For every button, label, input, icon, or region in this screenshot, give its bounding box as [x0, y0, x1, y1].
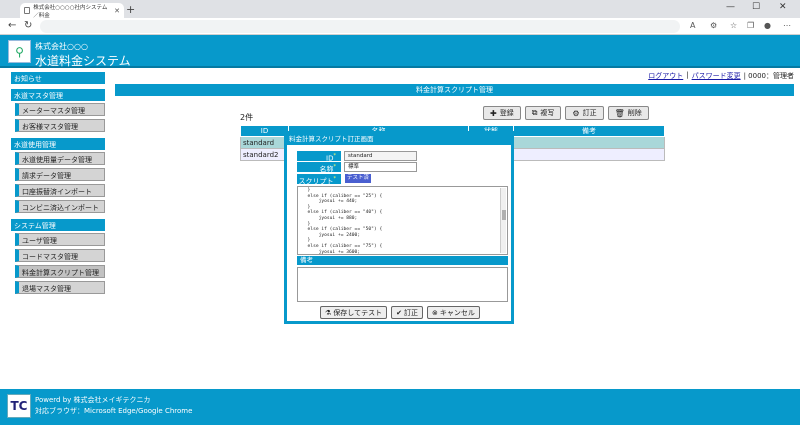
change-password-link[interactable]: パスワード変更	[692, 71, 741, 81]
sidebar-item-usage-data[interactable]: 水道使用量データ管理	[15, 152, 105, 165]
sidebar-item-notices[interactable]: お知らせ	[11, 72, 105, 84]
sidebar-group-water-usage: 水道使用管理	[11, 138, 105, 150]
company-logo-icon: TC	[7, 394, 31, 418]
cancel-button[interactable]: ⊗ キャンセル	[426, 306, 480, 319]
gear-icon: ⚙	[572, 108, 580, 118]
address-bar[interactable]	[40, 20, 680, 33]
favicon-icon	[24, 7, 31, 14]
register-button[interactable]: ✚ 登録	[483, 106, 521, 120]
browser-tab-strip: 株式会社○○○○社内システム／料金 ✕ + — ☐ ✕	[0, 0, 800, 19]
test-status-badge: テスト済	[345, 174, 372, 183]
sidebar-group-system: システム管理	[11, 219, 105, 231]
cancel-icon: ⊗	[431, 308, 438, 317]
maximize-icon[interactable]: ☐	[752, 2, 760, 12]
supported-browsers: 対応ブラウザ：Microsoft Edge/Google Chrome	[35, 407, 193, 415]
delete-button[interactable]: 🗑 削除	[607, 106, 649, 120]
sidebar-item-exit-master[interactable]: 退場マスタ管理	[15, 281, 105, 294]
script-label: スクリプト*	[297, 174, 341, 185]
close-tab-icon[interactable]: ✕	[114, 7, 120, 15]
page-title: 料金計算スクリプト管理	[115, 84, 794, 96]
sidebar: お知らせ 水道マスタ管理 メーターマスタ管理 お客様マスタ管理 水道使用管理 水…	[11, 72, 105, 297]
action-toolbar: ✚ 登録 ⧉ 複写 ⚙ 訂正 🗑 削除	[483, 106, 649, 120]
sidebar-item-convenience-import[interactable]: コンビニ済込インポート	[15, 200, 105, 213]
settings-icon[interactable]: ⚙	[710, 21, 717, 30]
trash-icon: 🗑	[614, 108, 625, 118]
user-bar: ログアウト | パスワード変更 | 0000：管理者	[648, 71, 794, 81]
name-label: 名称*	[297, 162, 341, 173]
dialog-buttons: ⚗ 保存してテスト ✔ 訂正 ⊗ キャンセル	[320, 306, 480, 319]
collections-icon[interactable]: ❐	[747, 21, 754, 30]
logout-link[interactable]: ログアウト	[648, 71, 683, 81]
system-name: 水道料金システム	[35, 54, 131, 68]
browser-toolbar: ← ↻ A ⚙ ☆ ❐ ● ⋯	[0, 18, 800, 35]
save-and-test-button[interactable]: ⚗ 保存してテスト	[320, 306, 388, 319]
sidebar-item-code-master[interactable]: コードマスタ管理	[15, 249, 105, 262]
browser-tab[interactable]: 株式会社○○○○社内システム／料金 ✕	[20, 3, 124, 19]
back-icon[interactable]: ←	[8, 20, 16, 31]
favorites-icon[interactable]: ☆	[730, 21, 737, 30]
company-name: 株式会社○○○	[35, 42, 88, 51]
script-editor[interactable]: } else if (caliber == "25") { jyosui += …	[297, 186, 508, 255]
footer: TC Powerd by 株式会社メイギテクニカ 対応ブラウザ：Microsof…	[0, 389, 800, 425]
faucet-logo-icon: ⚲	[8, 40, 31, 63]
profile-icon[interactable]: ●	[764, 21, 771, 30]
copy-button[interactable]: ⧉ 複写	[524, 106, 562, 120]
check-icon: ✔	[396, 308, 402, 317]
separator: |	[686, 71, 689, 79]
memo-textarea[interactable]	[297, 267, 508, 302]
id-label: ID*	[297, 151, 341, 162]
column-header-id[interactable]: ID	[240, 125, 289, 137]
sidebar-item-meter-master[interactable]: メーターマスタ管理	[15, 103, 105, 116]
current-user: | 0000：管理者	[743, 72, 794, 80]
more-icon[interactable]: ⋯	[783, 21, 791, 30]
app-header: ⚲ 株式会社○○○ 水道料金システム	[0, 35, 800, 68]
column-header-note[interactable]: 備考	[513, 125, 665, 137]
sidebar-item-users[interactable]: ユーザ管理	[15, 233, 105, 246]
refresh-icon[interactable]: ↻	[24, 20, 32, 31]
script-scrollbar[interactable]	[500, 188, 506, 253]
id-field: standard	[344, 151, 417, 161]
sidebar-group-water-master: 水道マスタ管理	[11, 89, 105, 101]
record-count: 2件	[240, 113, 254, 122]
new-tab-icon[interactable]: +	[126, 3, 135, 16]
script-edit-dialog: 料金計算スクリプト訂正画面 ID* standard 名称* 標準 スクリプト*…	[284, 131, 514, 324]
plus-icon: ✚	[490, 108, 497, 118]
sidebar-item-bank-import[interactable]: 口座振替済インポート	[15, 184, 105, 197]
browser-tab-title: 株式会社○○○○社内システム／料金	[33, 4, 108, 19]
sidebar-item-fee-script[interactable]: 料金計算スクリプト管理	[15, 265, 105, 278]
powered-by: Powerd by 株式会社メイギテクニカ	[35, 396, 151, 404]
name-field[interactable]: 標準	[344, 162, 417, 172]
copy-icon: ⧉	[531, 108, 538, 117]
dialog-title: 料金計算スクリプト訂正画面	[287, 134, 511, 145]
close-window-icon[interactable]: ✕	[779, 2, 787, 12]
memo-label: 備考	[297, 256, 508, 265]
edit-button[interactable]: ⚙ 訂正	[565, 106, 604, 120]
sidebar-item-billing-data[interactable]: 請求データ管理	[15, 168, 105, 181]
read-aloud-icon[interactable]: A	[690, 21, 695, 30]
sidebar-item-customer-master[interactable]: お客様マスタ管理	[15, 119, 105, 132]
save-test-icon: ⚗	[325, 308, 332, 317]
dialog-edit-button[interactable]: ✔ 訂正	[391, 306, 423, 319]
minimize-icon[interactable]: —	[726, 2, 735, 12]
